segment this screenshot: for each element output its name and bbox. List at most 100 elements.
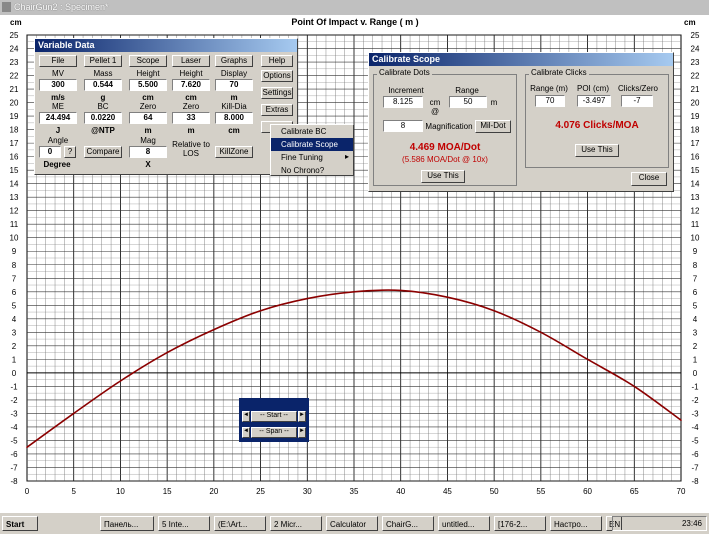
file-button[interactable]: File [39, 55, 77, 67]
killdia-field[interactable]: 8.000 [215, 112, 253, 124]
mag-field[interactable]: 8 [129, 146, 167, 158]
menu-item-calibrate-scope[interactable]: Calibrate Scope [271, 138, 353, 151]
calibrate-context-menu: Calibrate BC Calibrate Scope Fine Tuning… [270, 124, 354, 176]
y-tick-label-right: 13 [691, 193, 700, 202]
y-tick-label-right: -1 [691, 382, 699, 391]
app-titlebar: ChairGun2 : Specimen* [0, 0, 709, 15]
app-icon [2, 2, 11, 12]
span-left-arrow[interactable]: ◄ [242, 427, 250, 438]
extras-button[interactable]: Extras [261, 104, 293, 116]
height-field[interactable]: 5.500 [129, 79, 167, 91]
data-point [353, 290, 355, 293]
x-label: X [145, 160, 151, 169]
menu-item-fine-tuning[interactable]: Fine Tuning ▸ [271, 151, 353, 164]
poi-label: POI (cm) [577, 84, 609, 93]
submenu-arrow-icon: ▸ [344, 152, 349, 161]
killdia-label: Kill-Dia [221, 102, 247, 111]
magnification-label: Magnification [425, 122, 473, 131]
increment-field[interactable]: 8.125 [383, 96, 423, 108]
me-field: 24.494 [39, 112, 77, 124]
j-unit: J [55, 126, 61, 135]
m-unit-2: m [144, 126, 152, 135]
app-title: ChairGun2 : Specimen* [14, 2, 109, 12]
span-button[interactable]: -- Span -- [251, 427, 297, 438]
y-tick-label-left: -7 [10, 463, 18, 472]
x-tick-label: 60 [583, 487, 592, 496]
zero-label-1: Zero [139, 102, 157, 111]
zero-cm-field[interactable]: 64 [129, 112, 167, 124]
x-tick-label: 10 [116, 487, 125, 496]
start-right-arrow[interactable]: ► [298, 411, 306, 422]
clicks-zero-field[interactable]: -7 [621, 95, 653, 107]
y-tick-label-right: 22 [691, 72, 700, 81]
taskbar: Start Панель... 5 Inte... (E:\Art... 2 M… [0, 512, 709, 534]
y-tick-label-left: 25 [10, 31, 19, 40]
use-this-clicks-button[interactable]: Use This [575, 144, 619, 157]
taskbar-item-6[interactable]: untitled... [438, 516, 490, 531]
start-menu-button[interactable]: Start [2, 516, 38, 531]
bc-field[interactable]: 0.0220 [84, 112, 122, 124]
menu-item-calibrate-bc[interactable]: Calibrate BC [271, 125, 353, 138]
taskbar-item-3[interactable]: 2 Micr... [270, 516, 322, 531]
calibrate-clicks-label: Calibrate Clicks [529, 68, 589, 77]
x-tick-label: 40 [396, 487, 405, 496]
range-m-field[interactable]: 70 [535, 95, 565, 107]
poi-field[interactable]: -3.497 [577, 95, 611, 107]
pellet-button[interactable]: Pellet 1 [84, 55, 122, 67]
options-button[interactable]: Options [261, 70, 293, 82]
y-tick-label-left: 4 [12, 315, 17, 324]
start-left-arrow[interactable]: ◄ [242, 411, 250, 422]
mag-label: Mag [140, 136, 156, 145]
graphs-button[interactable]: Graphs [215, 55, 253, 67]
compare-button[interactable]: Compare [84, 146, 122, 158]
settings-button[interactable]: Settings [261, 87, 293, 99]
data-point [119, 380, 122, 382]
y-tick-label-right: 12 [691, 207, 700, 216]
y-tick-label-right: 15 [691, 166, 700, 175]
y-tick-label-left: 9 [12, 247, 17, 256]
laser-button[interactable]: Laser [172, 55, 210, 67]
laser-height-field[interactable]: 7.620 [172, 79, 210, 91]
mildot-button[interactable]: Mil-Dot [475, 120, 511, 133]
taskbar-item-8[interactable]: Настро... [550, 516, 602, 531]
taskbar-item-5[interactable]: ChairG... [382, 516, 434, 531]
start-button[interactable]: -- Start -- [251, 411, 297, 422]
taskbar-item-2[interactable]: (E:\Art... [214, 516, 266, 531]
zero-m-field[interactable]: 33 [172, 112, 210, 124]
y-tick-label-right: 19 [691, 112, 700, 121]
taskbar-item-4[interactable]: Calculator [326, 516, 378, 531]
magnification-field[interactable]: 8 [383, 120, 423, 132]
angle-help-button[interactable]: ? [64, 146, 76, 158]
y-tick-label-left: 2 [12, 342, 17, 351]
menu-item-no-chrono[interactable]: No Chrono? [271, 164, 353, 177]
taskbar-item-1[interactable]: 5 Inte... [158, 516, 210, 531]
taskbar-item-7[interactable]: [176-2... [494, 516, 546, 531]
mv-field[interactable]: 300 [39, 79, 77, 91]
y-tick-label-left: 24 [10, 45, 19, 54]
display-field[interactable]: 70 [215, 79, 253, 91]
y-tick-label-left: 18 [10, 126, 19, 135]
span-right-arrow[interactable]: ► [298, 427, 306, 438]
y-tick-label-left: 15 [10, 166, 19, 175]
moa-dot-result: 4.469 MOA/Dot [409, 142, 481, 153]
increment-label: Increment [388, 86, 424, 95]
y-tick-label-left: -1 [10, 382, 18, 391]
y-tick-label-right: 7 [693, 274, 698, 283]
use-this-dots-button[interactable]: Use This [421, 170, 465, 183]
m-unit-1: m [230, 93, 238, 102]
x-tick-label: 20 [209, 487, 218, 496]
angle-field[interactable]: 0 [39, 146, 61, 158]
killzone-button[interactable]: KillZone [215, 146, 253, 158]
taskbar-item-0[interactable]: Панель... [100, 516, 154, 531]
close-button[interactable]: Close [631, 172, 667, 186]
y-tick-label-left: 3 [12, 328, 17, 337]
data-point [72, 412, 75, 415]
y-tick-label-right: 2 [693, 342, 698, 351]
help-button[interactable]: Help [261, 55, 293, 67]
mass-field[interactable]: 0.544 [84, 79, 122, 91]
y-tick-label-right: -6 [691, 450, 699, 459]
range-field[interactable]: 50 [449, 96, 487, 108]
scope-button[interactable]: Scope [129, 55, 167, 67]
ms-unit: m/s [51, 93, 65, 102]
y-tick-label-right: -3 [691, 409, 699, 418]
